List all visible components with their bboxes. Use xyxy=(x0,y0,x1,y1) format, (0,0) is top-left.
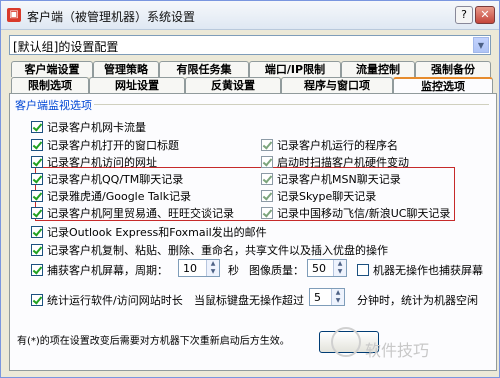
tab-url-settings[interactable]: 网址设置 xyxy=(89,77,185,93)
tab-traffic-control[interactable]: 流量控制 xyxy=(341,61,415,77)
tab-port-ip-limit[interactable]: 端口/IP限制 xyxy=(249,61,341,77)
tab-forced-backup[interactable]: 强制备份 xyxy=(415,61,491,77)
spin-buttons[interactable]: ▲ ▼ xyxy=(331,289,344,305)
checkbox-no-capture-idle[interactable] xyxy=(357,264,369,276)
option-stats[interactable]: 统计运行软件/访问网站时长 xyxy=(31,292,183,307)
tab-programs-windows[interactable]: 程序与窗口项 xyxy=(281,77,393,93)
idle-label: 当鼠标键盘无操作超过 xyxy=(194,294,304,307)
tab-monitor-options[interactable]: 监控选项 xyxy=(393,77,493,93)
quality-label: 图像质量： xyxy=(249,264,304,277)
chevron-down-icon[interactable]: ▼ xyxy=(473,37,489,53)
spin-buttons[interactable]: ▲ ▼ xyxy=(333,260,346,276)
tab-row-1: 客户端设置 管理策略 有限任务集 端口/IP限制 流量控制 强制备份 xyxy=(11,61,493,77)
checkbox-hardware-change[interactable] xyxy=(261,156,273,168)
checkbox-nic-traffic[interactable] xyxy=(31,121,43,133)
option-yahoo-gtalk[interactable]: 记录雅虎通/Google Talk记录 xyxy=(31,188,191,203)
profile-select-value: [默认组]的设置配置 xyxy=(13,40,119,54)
tab-restriction-options[interactable]: 限制选项 xyxy=(11,77,89,93)
app-icon: ▣ xyxy=(7,8,21,22)
option-file-ops[interactable]: 记录客户机复制、粘贴、删除、重命名，共享文件以及插入优盘的操作 xyxy=(31,242,388,257)
tab-row-2: 限制选项 网址设置 反黄设置 程序与窗口项 监控选项 xyxy=(11,77,493,93)
checkbox-aliwangwang[interactable] xyxy=(31,207,43,219)
capture-period-stepper[interactable]: 10 ▲ ▼ xyxy=(178,259,220,277)
checkbox-window-titles[interactable] xyxy=(31,139,43,151)
checkbox-qq-chat[interactable] xyxy=(31,173,43,185)
checkbox-urls[interactable] xyxy=(31,156,43,168)
checkbox-yahoo-gtalk[interactable] xyxy=(31,190,43,202)
checkbox-skype-chat[interactable] xyxy=(261,190,273,202)
period-unit: 秒 xyxy=(228,264,239,277)
idle-suffix: 分钟时，统计为机器空闲 xyxy=(357,294,478,307)
checkbox-programs[interactable] xyxy=(261,139,273,151)
close-button[interactable]: ✕ xyxy=(475,6,495,24)
help-button[interactable]: ? xyxy=(455,6,473,24)
tab-management-policy[interactable]: 管理策略 xyxy=(93,61,159,77)
option-window-titles[interactable]: 记录客户机打开的窗口标题 xyxy=(31,137,179,152)
tab-client-settings[interactable]: 客户端设置 xyxy=(11,61,93,77)
footer-note: 有(*)的项在设置改变后需要对方机器下次重新启动后方生效。 xyxy=(17,336,290,347)
tab-anti-porn-settings[interactable]: 反黄设置 xyxy=(185,77,281,93)
tab-limited-tasks[interactable]: 有限任务集 xyxy=(159,61,249,77)
option-skype-chat[interactable]: 记录Skype聊天记录 xyxy=(261,188,376,203)
option-programs[interactable]: 记录客户机运行的程序名 xyxy=(261,137,398,152)
option-screen-capture[interactable]: 捕获客户机屏幕，周期： xyxy=(31,262,168,277)
watermark-text: 软件技巧 xyxy=(365,341,430,360)
option-qq-chat[interactable]: 记录客户机QQ/TM聊天记录 xyxy=(31,171,183,186)
checkbox-mail[interactable] xyxy=(31,226,43,238)
idle-minutes-stepper[interactable]: 5 ▲ ▼ xyxy=(309,288,345,306)
checkbox-msn-chat[interactable] xyxy=(261,173,273,185)
option-urls[interactable]: 记录客户机访问的网址 xyxy=(31,154,157,169)
option-mail[interactable]: 记录Outlook Express和Foxmail发出的邮件 xyxy=(31,224,267,239)
option-fetion-uc[interactable]: 记录中国移动飞信/新浪UC聊天记录 xyxy=(261,205,450,220)
window-title: 客户端（被管理机器）系统设置 xyxy=(27,10,196,24)
settings-window: ▣ 客户端（被管理机器）系统设置 ? ✕ [默认组]的设置配置 ▼ 客户端设置 … xyxy=(0,0,500,378)
checkbox-screen-capture[interactable] xyxy=(31,264,43,276)
group-title: 客户端监视选项 xyxy=(13,97,94,113)
option-hardware-change[interactable]: 启动时扫描客户机硬件变动 xyxy=(261,154,409,169)
checkbox-fetion-uc[interactable] xyxy=(261,207,273,219)
checkbox-stats[interactable] xyxy=(31,294,43,306)
title-bar: ▣ 客户端（被管理机器）系统设置 ? ✕ xyxy=(1,1,499,30)
option-no-capture-idle[interactable]: 机器无操作也捕获屏幕 xyxy=(357,262,483,277)
watermark-logo xyxy=(331,327,361,357)
checkbox-file-ops[interactable] xyxy=(31,244,43,256)
option-aliwangwang[interactable]: 记录客户机阿里贸易通、旺旺交谈记录 xyxy=(31,205,234,220)
spin-buttons[interactable]: ▲ ▼ xyxy=(206,260,219,276)
profile-select[interactable]: [默认组]的设置配置 ▼ xyxy=(9,35,491,55)
option-msn-chat[interactable]: 记录客户机MSN聊天记录 xyxy=(261,171,401,186)
quality-stepper[interactable]: 50 ▲ ▼ xyxy=(307,259,347,277)
option-nic-traffic[interactable]: 记录客户机网卡流量 xyxy=(31,119,146,134)
